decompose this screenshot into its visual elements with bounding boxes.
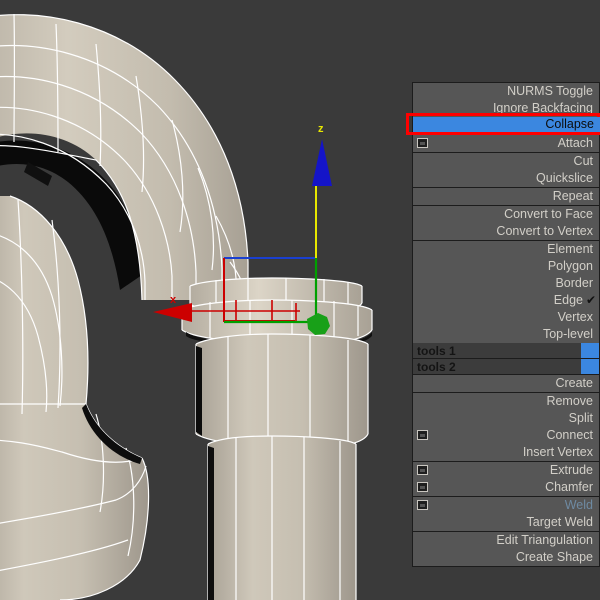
menu-item-convert-to-vertex[interactable]: Convert to Vertex <box>413 223 599 240</box>
menu-group-modify: Remove Split Connect Insert Vertex <box>413 393 599 462</box>
app-root: x z NURMS Toggle Ignore Backfacing Attac… <box>0 0 600 600</box>
menu-item-top-level[interactable]: Top-level <box>413 326 599 343</box>
settings-box-icon[interactable] <box>417 138 428 148</box>
menu-item-label: Create Shape <box>515 550 593 564</box>
menu-item-vertex[interactable]: Vertex <box>413 309 599 326</box>
menu-item-label: Split <box>568 411 593 425</box>
menu-item-nurms-toggle[interactable]: NURMS Toggle <box>413 83 599 100</box>
menu-item-polygon[interactable]: Polygon <box>413 258 599 275</box>
menu-item-label: Connect <box>546 428 593 442</box>
quad-menu-lower-groups: Create Remove Split Connect Insert Verte… <box>413 375 599 566</box>
menu-item-border[interactable]: Border <box>413 275 599 292</box>
menu-item-label: Attach <box>557 136 593 150</box>
menu-item-label: Element <box>547 242 593 256</box>
menu-group-subobject-level: Element Polygon Border Edge ✔ Vertex Top… <box>413 241 599 343</box>
menu-item-repeat[interactable]: Repeat <box>413 188 599 205</box>
menu-item-label: Cut <box>573 154 593 168</box>
settings-box-icon[interactable] <box>417 482 428 492</box>
settings-box-icon[interactable] <box>417 465 428 475</box>
menu-item-label: Chamfer <box>545 480 593 494</box>
menu-item-label: Insert Vertex <box>522 445 593 459</box>
menu-item-label: Extrude <box>549 463 593 477</box>
menu-item-label: Convert to Face <box>504 207 593 221</box>
menu-item-label: Create <box>555 376 593 390</box>
tool-row-label: tools 2 <box>417 360 456 374</box>
tool-row-color-swatch[interactable] <box>581 359 599 374</box>
menu-item-cut[interactable]: Cut <box>413 153 599 170</box>
menu-group-cut: Cut Quickslice <box>413 153 599 188</box>
tool-row-color-swatch[interactable] <box>581 343 599 358</box>
menu-item-extrude[interactable]: Extrude <box>413 462 599 479</box>
menu-item-label: Repeat <box>552 189 593 203</box>
settings-box-icon[interactable] <box>417 500 428 510</box>
menu-group-edit: Attach <box>413 135 599 153</box>
menu-item-label: Collapse <box>545 117 594 131</box>
menu-group-create: Create <box>413 375 599 393</box>
menu-item-collapse[interactable]: Collapse <box>413 117 600 132</box>
menu-item-weld[interactable]: Weld <box>413 497 599 514</box>
gizmo-z-label: z <box>318 123 324 135</box>
menu-group-extrude: Extrude Chamfer <box>413 462 599 497</box>
menu-item-attach[interactable]: Attach <box>413 135 599 152</box>
quad-menu[interactable]: NURMS Toggle Ignore Backfacing Attach Cu… <box>412 82 600 567</box>
menu-item-remove[interactable]: Remove <box>413 393 599 410</box>
gizmo-x-label: x <box>170 294 177 306</box>
tool-row-label: tools 1 <box>417 344 456 358</box>
menu-item-label: Edge <box>553 293 583 307</box>
menu-group-convert: Convert to Face Convert to Vertex <box>413 206 599 241</box>
menu-item-label: Convert to Vertex <box>496 224 593 238</box>
menu-item-label: Target Weld <box>526 515 593 529</box>
menu-item-element[interactable]: Element <box>413 241 599 258</box>
menu-item-edit-triangulation[interactable]: Edit Triangulation <box>413 532 599 549</box>
menu-item-insert-vertex[interactable]: Insert Vertex <box>413 444 599 461</box>
menu-item-edge[interactable]: Edge ✔ <box>413 292 599 309</box>
menu-item-create-shape[interactable]: Create Shape <box>413 549 599 566</box>
menu-item-label: Quickslice <box>536 171 593 185</box>
quad-menu-tool-rows: tools 1 tools 2 <box>413 343 599 375</box>
tool-row-tools-1[interactable]: tools 1 <box>413 343 599 359</box>
menu-item-label: Polygon <box>547 259 593 273</box>
menu-item-label: Remove <box>546 394 593 408</box>
menu-item-label: Top-level <box>542 327 593 341</box>
menu-item-split[interactable]: Split <box>413 410 599 427</box>
menu-item-create[interactable]: Create <box>413 375 599 392</box>
menu-item-label: Vertex <box>557 310 593 324</box>
menu-item-label: Edit Triangulation <box>496 533 593 547</box>
menu-item-convert-to-face[interactable]: Convert to Face <box>413 206 599 223</box>
tool-row-tools-2[interactable]: tools 2 <box>413 359 599 375</box>
menu-item-label: NURMS Toggle <box>507 84 593 98</box>
menu-item-connect[interactable]: Connect <box>413 427 599 444</box>
menu-item-target-weld[interactable]: Target Weld <box>413 514 599 531</box>
menu-item-quickslice[interactable]: Quickslice <box>413 170 599 187</box>
menu-group-weld: Weld Target Weld <box>413 497 599 532</box>
menu-group-repeat: Repeat <box>413 188 599 206</box>
settings-box-icon[interactable] <box>417 430 428 440</box>
checkmark-icon: ✔ <box>585 293 596 307</box>
menu-item-label: Border <box>555 276 593 290</box>
menu-group-misc: Edit Triangulation Create Shape <box>413 532 599 566</box>
menu-item-label: Weld <box>564 498 593 512</box>
menu-item-chamfer[interactable]: Chamfer <box>413 479 599 496</box>
